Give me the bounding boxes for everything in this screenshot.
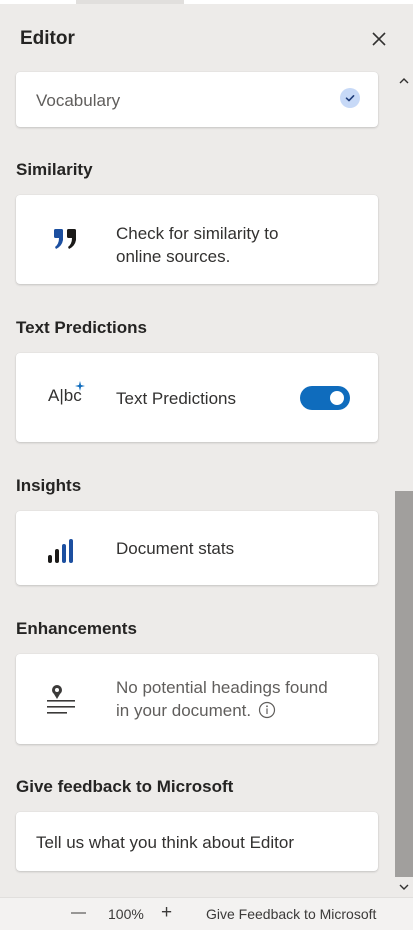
text-predictions-heading: Text Predictions — [16, 318, 147, 337]
scroll-down-icon[interactable] — [397, 880, 411, 894]
enhancements-text-line2: in your document. — [116, 699, 276, 722]
give-feedback-link[interactable]: Give Feedback to Microsoft — [206, 906, 376, 922]
pane-header: Editor — [0, 4, 395, 72]
similarity-card[interactable]: Check for similarity to online sources. — [16, 195, 378, 284]
enhancements-text-line1: No potential headings found — [116, 678, 328, 697]
enhancements-heading: Enhancements — [16, 619, 137, 638]
feedback-label: Tell us what you think about Editor — [36, 833, 294, 852]
feedback-heading: Give feedback to Microsoft — [16, 777, 234, 796]
scroll-up-icon[interactable] — [397, 74, 411, 88]
vocabulary-label: Vocabulary — [36, 91, 121, 110]
text-predictions-toggle[interactable] — [300, 386, 350, 410]
toggle-knob — [330, 391, 344, 405]
close-icon — [372, 32, 386, 46]
zoom-in-button[interactable]: + — [161, 902, 172, 924]
feedback-card[interactable]: Tell us what you think about Editor — [16, 812, 378, 871]
text-predictions-icon: A|bc — [48, 381, 88, 410]
vocabulary-card[interactable]: Vocabulary — [16, 72, 378, 127]
zoom-level[interactable]: 100% — [108, 906, 144, 922]
document-stats-card[interactable]: Document stats — [16, 511, 378, 585]
insights-heading: Insights — [16, 476, 82, 495]
similarity-text-line2: online sources. — [116, 247, 231, 266]
pane-title: Editor — [20, 28, 75, 49]
similarity-heading: Similarity — [16, 160, 93, 179]
info-icon[interactable] — [258, 701, 276, 719]
status-bar: — 100% + Give Feedback to Microsoft — [0, 897, 413, 930]
text-predictions-label: Text Predictions — [116, 389, 236, 408]
editor-pane: Editor Vocabulary Similarity Check for s… — [0, 4, 395, 896]
enhancements-card: No potential headings found in your docu… — [16, 654, 378, 744]
scrollbar-thumb[interactable] — [395, 491, 413, 877]
bar-chart-icon — [48, 539, 73, 563]
close-button[interactable] — [366, 26, 392, 52]
vocabulary-check-icon — [340, 88, 360, 108]
similarity-text-line1: Check for similarity to — [116, 224, 279, 243]
quote-icon — [54, 229, 76, 249]
document-stats-label: Document stats — [116, 539, 235, 558]
heading-pin-icon — [47, 685, 75, 714]
zoom-out-button[interactable]: — — [71, 904, 86, 921]
text-predictions-card: A|bc Text Predictions — [16, 353, 378, 442]
